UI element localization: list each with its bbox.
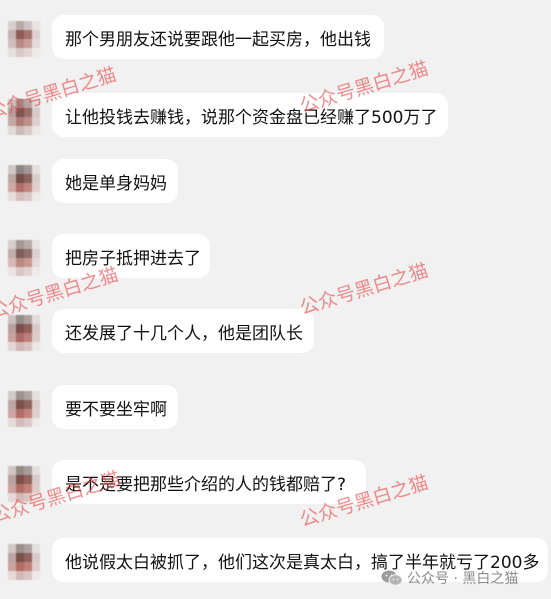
- avatar[interactable]: [8, 165, 40, 201]
- message-bubble[interactable]: 要不要坐牢啊: [52, 385, 178, 429]
- message-bubble[interactable]: 她是单身妈妈: [52, 159, 178, 203]
- message-bubble[interactable]: 那个男朋友还说要跟他一起买房，他出钱: [52, 15, 384, 59]
- footer-label: 公众号 · 黑白之猫: [407, 571, 519, 587]
- message-row: 是不是要把那些介绍的人的钱都赔了?: [0, 460, 551, 512]
- message-bubble[interactable]: 让他投钱去赚钱，说那个资金盘已经赚了500万了: [52, 93, 448, 137]
- message-bubble[interactable]: 还发展了十几个人，他是团队长: [52, 309, 314, 353]
- message-row: 要不要坐牢啊: [0, 385, 551, 437]
- message-row: 那个男朋友还说要跟他一起买房，他出钱: [0, 15, 551, 67]
- message-row: 还发展了十几个人，他是团队长: [0, 309, 551, 361]
- message-row: 她是单身妈妈: [0, 159, 551, 211]
- avatar[interactable]: [8, 21, 40, 57]
- message-bubble[interactable]: 把房子抵押进去了: [52, 234, 210, 278]
- wechat-icon: [381, 570, 403, 586]
- message-row: 把房子抵押进去了: [0, 234, 551, 286]
- footer-watermark: 公众号 · 黑白之猫: [381, 567, 518, 589]
- avatar[interactable]: [8, 391, 40, 427]
- avatar[interactable]: [8, 466, 40, 502]
- message-bubble[interactable]: 是不是要把那些介绍的人的钱都赔了?: [52, 460, 366, 504]
- message-row: 让他投钱去赚钱，说那个资金盘已经赚了500万了: [0, 93, 551, 145]
- avatar[interactable]: [8, 544, 40, 580]
- avatar[interactable]: [8, 240, 40, 276]
- chat-area: 那个男朋友还说要跟他一起买房，他出钱 让他投钱去赚钱，说那个资金盘已经赚了500…: [0, 0, 551, 599]
- avatar[interactable]: [8, 99, 40, 135]
- avatar[interactable]: [8, 315, 40, 351]
